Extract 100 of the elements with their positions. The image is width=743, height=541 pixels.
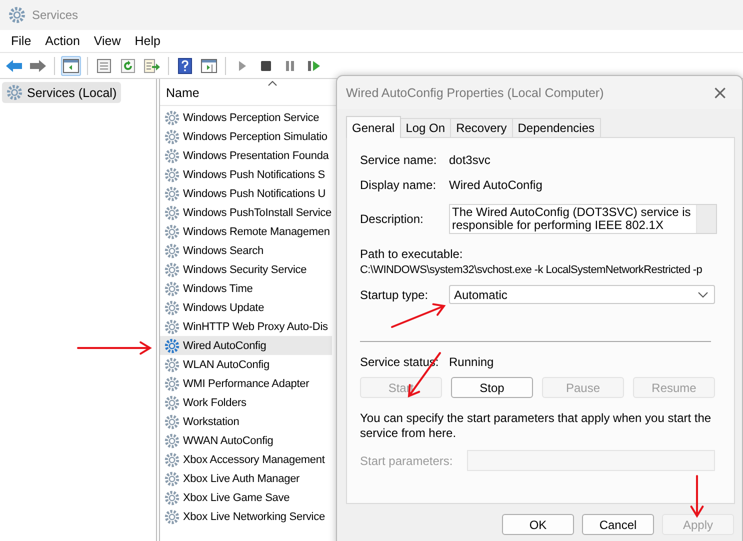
field-value: Wired AutoConfig	[449, 178, 542, 192]
field-label: Path to executable:	[360, 247, 464, 261]
close-button[interactable]: ×	[708, 82, 732, 102]
list-row[interactable]: Windows PushToInstall Service	[160, 203, 332, 222]
tab[interactable]: Log On	[400, 118, 452, 137]
menu-item[interactable]: View	[86, 32, 128, 50]
field-label: Startup type:	[360, 288, 430, 302]
gear-icon	[164, 508, 180, 524]
menu-item[interactable]: Action	[38, 32, 87, 50]
gear-icon	[164, 186, 180, 202]
field-label: Start parameters:	[360, 454, 454, 468]
list-row[interactable]: Windows Time	[160, 279, 332, 298]
list-row[interactable]: Xbox Live Networking Service	[160, 507, 332, 526]
column-header[interactable]: Name	[166, 86, 200, 105]
list-row[interactable]: Xbox Live Auth Manager	[160, 469, 332, 488]
gear-icon	[6, 84, 23, 101]
gear-icon	[164, 204, 180, 220]
list-row[interactable]: Xbox Live Game Save	[160, 488, 332, 507]
gear-icon	[164, 262, 180, 278]
list-row[interactable]: Windows Security Service	[160, 260, 332, 279]
tab[interactable]: General	[346, 116, 401, 138]
tree-item-label: Services (Local)	[27, 86, 117, 100]
tree-item[interactable]: Services (Local)	[2, 82, 121, 103]
gear-icon	[164, 394, 180, 410]
service-name: Windows Time	[183, 282, 253, 294]
tab[interactable]: Dependencies	[512, 118, 600, 137]
service-name: WWAN AutoConfig	[183, 434, 274, 446]
gear-icon	[164, 376, 180, 392]
list-row[interactable]: Wired AutoConfig	[160, 336, 332, 355]
gear-icon	[164, 470, 180, 486]
menu-item[interactable]: Help	[128, 32, 168, 50]
help-icon[interactable]	[175, 56, 195, 76]
service-name: Workstation	[183, 416, 240, 428]
list-row[interactable]: Windows Presentation Founda	[160, 146, 332, 165]
service-name: Windows Perception Simulatio	[183, 130, 328, 142]
gear-icon	[164, 224, 180, 240]
list-row[interactable]: WinHTTP Web Proxy Auto-Dis	[160, 317, 332, 336]
list-row[interactable]: WMI Performance Adapter	[160, 374, 332, 393]
service-name: WinHTTP Web Proxy Auto-Dis	[183, 320, 328, 332]
service-name: Xbox Live Networking Service	[183, 510, 325, 522]
service-name: Work Folders	[183, 396, 246, 408]
startup-type-dropdown[interactable]: Automatic	[449, 285, 715, 304]
gear-icon	[164, 356, 180, 372]
gear-icon	[8, 6, 26, 24]
list-row[interactable]: Windows Push Notifications U	[160, 184, 332, 203]
list-row[interactable]: WWAN AutoConfig	[160, 431, 332, 450]
gear-icon	[164, 128, 180, 144]
gear-icon	[164, 452, 180, 468]
list-row[interactable]: WLAN AutoConfig	[160, 355, 332, 374]
list-row[interactable]: Windows Push Notifications S	[160, 165, 332, 184]
dialog-button[interactable]: Stop	[451, 377, 533, 398]
dialog-button[interactable]: Cancel	[582, 514, 654, 535]
list-row[interactable]: Windows Perception Simulatio	[160, 127, 332, 146]
list-row[interactable]: Workstation	[160, 412, 332, 431]
dropdown-value: Automatic	[454, 288, 508, 302]
service-name: Windows PushToInstall Service	[183, 206, 332, 218]
chevron-down-icon	[698, 292, 708, 298]
list-row[interactable]: Windows Remote Managemen	[160, 222, 332, 241]
list-row[interactable]: Windows Update	[160, 298, 332, 317]
field-label: Display name:	[360, 178, 438, 192]
service-name: Xbox Live Auth Manager	[183, 472, 300, 484]
annotation-arrow	[391, 303, 446, 328]
gear-icon	[164, 414, 180, 430]
dialog-button[interactable]: OK	[502, 514, 574, 535]
service-name: Wired AutoConfig	[183, 340, 266, 352]
status-value: Running	[449, 354, 494, 368]
service-name: Windows Search	[183, 244, 264, 256]
list-row[interactable]: Xbox Accessory Management	[160, 450, 332, 469]
service-name: Windows Perception Service	[183, 112, 320, 124]
tab[interactable]: Recovery	[450, 118, 513, 137]
field-label: Description:	[360, 211, 424, 226]
dialog-title: Wired AutoConfig Properties (Local Computer)	[346, 86, 604, 100]
gear-icon	[164, 242, 180, 258]
gear-icon	[164, 148, 180, 164]
description-text: The Wired AutoConfig (DOT3SVC) service is responsible for performing IEEE 802.1X	[451, 205, 692, 233]
gear-icon	[164, 490, 180, 506]
gear-icon	[164, 338, 180, 354]
service-name: Windows Remote Managemen	[183, 226, 330, 238]
menu-item[interactable]: File	[4, 32, 38, 50]
service-name: Xbox Live Game Save	[183, 492, 290, 504]
annotation-arrow	[690, 475, 704, 518]
window-title: Services	[32, 8, 78, 22]
gear-icon	[164, 166, 180, 182]
service-name: Windows Push Notifications U	[183, 188, 326, 200]
service-name: Windows Presentation Founda	[183, 150, 329, 162]
service-name: WLAN AutoConfig	[183, 358, 270, 370]
gear-icon	[164, 318, 180, 334]
list-row[interactable]: Windows Perception Service	[160, 108, 332, 127]
service-name: Xbox Accessory Management	[183, 454, 325, 466]
service-name: Windows Update	[183, 302, 264, 314]
service-name: Windows Push Notifications S	[183, 168, 325, 180]
console-tree-icon[interactable]	[61, 56, 81, 76]
gear-icon	[164, 110, 180, 126]
field-label: Service name:	[360, 152, 438, 166]
service-name: Windows Security Service	[183, 264, 307, 276]
list-row[interactable]: Windows Search	[160, 241, 332, 260]
field-value: dot3svc	[449, 152, 490, 166]
gear-icon	[164, 432, 180, 448]
gear-icon	[164, 300, 180, 316]
list-row[interactable]: Work Folders	[160, 393, 332, 412]
